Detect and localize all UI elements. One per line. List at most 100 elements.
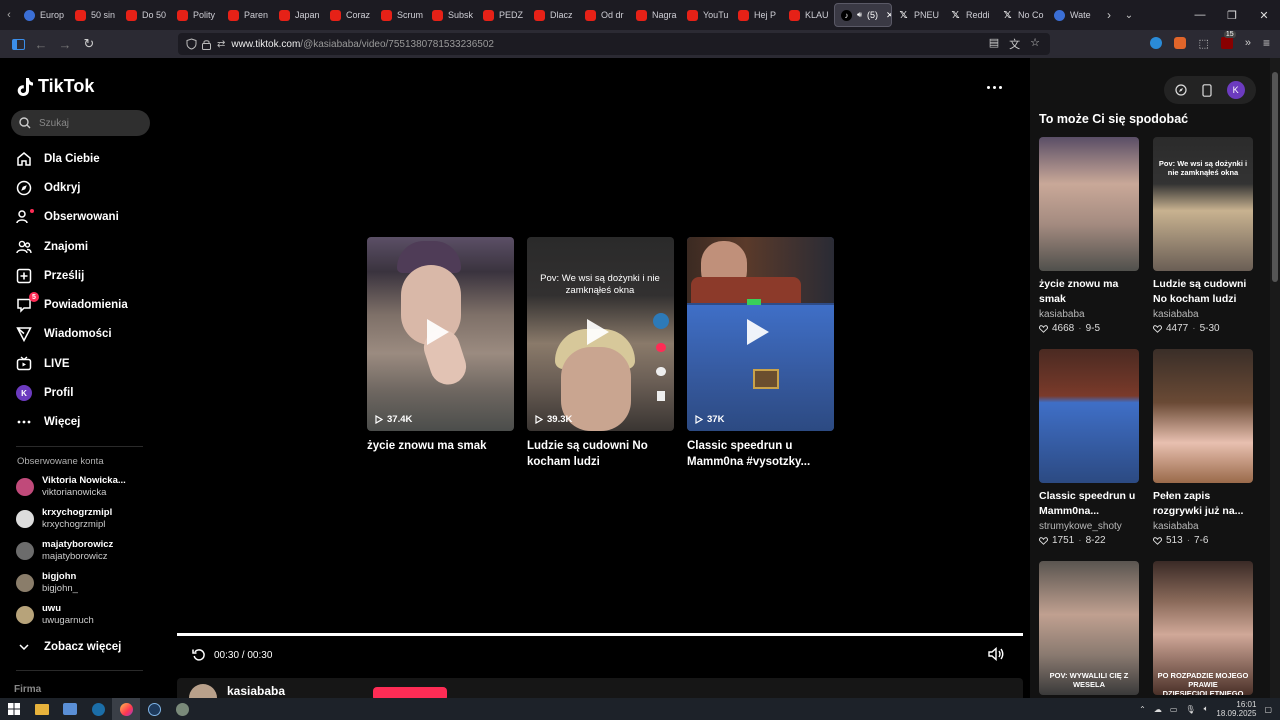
related-video-card[interactable]: 37K Classic speedrun u Mamm0na #vysotzky… (687, 237, 834, 470)
more-options-icon[interactable] (987, 86, 1002, 89)
sidebar-item-send[interactable]: Wiadomości (0, 320, 165, 349)
video-author[interactable]: kasiababa (1039, 309, 1139, 320)
restore-icon[interactable]: ❐ (1216, 0, 1248, 30)
sidebar-item-inbox[interactable]: 5 Powiadomienia (0, 290, 165, 319)
bookmark-star-icon[interactable]: ☆ (1030, 36, 1040, 52)
app-menu-icon[interactable]: ≡ (1263, 36, 1270, 50)
video-thumbnail[interactable]: 37K (687, 237, 834, 431)
recommended-video[interactable]: PO ROZPADZIE MOJEGO PRAWIE DZIESIĘCIOLET… (1153, 561, 1253, 695)
browser-tab[interactable]: PEDZ (477, 3, 528, 27)
author-name[interactable]: kasiababa (227, 684, 285, 698)
file-explorer-icon[interactable] (28, 698, 56, 720)
video-thumbnail[interactable] (1039, 349, 1139, 483)
recommended-video[interactable]: Classic speedrun u Mamm0na... strumykowe_… (1039, 349, 1139, 546)
video-title[interactable]: życie znowu ma smak (1039, 277, 1139, 307)
reload-icon[interactable]: ↻ (81, 36, 97, 52)
video-thumbnail[interactable]: POV: WYWALILI CIĘ Z WESELA (1039, 561, 1139, 695)
browser-tab[interactable]: Hej P (732, 3, 783, 27)
vpn-extension-icon[interactable] (1150, 37, 1163, 49)
browser-tab[interactable]: Paren (222, 3, 273, 27)
progress-bar[interactable] (177, 633, 1023, 636)
browser-tab[interactable]: YouTu (681, 3, 732, 27)
sidebar-item-upload[interactable]: Prześlij (0, 261, 165, 290)
browser-tab[interactable]: Do 50 (120, 3, 171, 27)
reader-view-icon[interactable]: ▤ (989, 36, 999, 52)
video-title[interactable]: Ludzie są cudowni No kocham ludzi (1153, 277, 1253, 307)
translate-icon[interactable]: 文 (1009, 36, 1020, 52)
notifications-icon[interactable]: ▢ (1264, 705, 1272, 714)
video-title[interactable]: Ludzie są cudowni No kocham ludzi (527, 438, 674, 470)
tab-scroll-right-icon[interactable]: › (1100, 8, 1118, 22)
cloud-icon[interactable]: ☁ (1154, 705, 1162, 714)
followed-account[interactable]: uwu uwugarnuch (16, 600, 156, 630)
extensions-puzzle-icon[interactable]: ⬚ (1198, 37, 1208, 50)
browser-tab[interactable]: Japan (273, 3, 324, 27)
video-thumbnail[interactable]: Pov: We wsi są dożynki i nie zamknąłeś o… (1153, 137, 1253, 271)
ublock-extension-icon[interactable]: 15 (1220, 31, 1236, 49)
sidebar-item-more[interactable]: Więcej (0, 408, 165, 437)
lock-icon[interactable] (202, 39, 211, 50)
browser-tab[interactable]: Od dr (579, 3, 630, 27)
mic-icon[interactable]: 🎙︎ (1185, 705, 1195, 714)
sidebar-item-live[interactable]: LIVE (0, 349, 165, 378)
recommended-video[interactable]: życie znowu ma smak kasiababa 4668 · 9-5 (1039, 137, 1139, 334)
browser-tab[interactable]: Dlacz (528, 3, 579, 27)
play-icon[interactable] (587, 319, 609, 345)
video-thumbnail[interactable]: 37.4K (367, 237, 514, 431)
permissions-icon[interactable]: ⇄ (217, 39, 225, 50)
sidebar-item-friends[interactable]: Znajomi (0, 232, 165, 261)
browser-tab[interactable]: Subsk (426, 3, 477, 27)
browser-tab[interactable]: 𝕏 PNEU (892, 3, 944, 27)
network-icon[interactable]: ▭ (1170, 705, 1178, 714)
video-title[interactable]: Classic speedrun u Mamm0na #vysotzky... (687, 438, 834, 470)
browser-tab[interactable]: Wate (1048, 3, 1100, 27)
followed-account[interactable]: bigjohn bigjohn_ (16, 568, 156, 598)
video-author[interactable]: kasiababa (1153, 309, 1253, 320)
sidebar-toggle-icon[interactable] (10, 36, 26, 52)
compass-icon[interactable] (1175, 84, 1187, 96)
browser-tab[interactable]: 50 sin (69, 3, 120, 27)
video-thumbnail[interactable] (1153, 349, 1253, 483)
shield-icon[interactable] (186, 38, 197, 50)
browser-tab[interactable]: 𝕏 No Co (996, 3, 1048, 27)
settings-app-icon[interactable] (56, 698, 84, 720)
recommended-video[interactable]: POV: WYWALILI CIĘ Z WESELA (1039, 561, 1139, 695)
recommended-video[interactable]: Pov: We wsi są dożynki i nie zamknąłeś o… (1153, 137, 1253, 334)
followed-account[interactable]: Viktoria Nowicka... viktorianowicka (16, 472, 156, 502)
browser-tab[interactable]: 𝕏 Reddi (944, 3, 996, 27)
url-field[interactable]: ⇄ www.tiktok.com/@kasiababa/video/755138… (178, 33, 1050, 55)
phone-icon[interactable] (1202, 83, 1212, 97)
tray-chevron-up-icon[interactable]: ⌃ (1139, 705, 1146, 714)
minimize-icon[interactable]: — (1184, 0, 1216, 30)
firefox-icon[interactable] (112, 698, 140, 720)
browser-tab[interactable]: Polity (171, 3, 222, 27)
tiktok-logo[interactable]: TikTok (16, 76, 94, 97)
followed-account[interactable]: majatyborowicz majatyborowicz (16, 536, 156, 566)
clock[interactable]: 16:01 18.09.2025 (1216, 700, 1256, 718)
browser-tab[interactable]: Scrum (375, 3, 426, 27)
replay-icon[interactable] (192, 648, 206, 662)
sidebar-item-profile[interactable]: K Profil (0, 378, 165, 407)
page-scrollbar[interactable] (1270, 58, 1280, 698)
sidebar-item-home[interactable]: Dla Ciebie (0, 144, 165, 173)
video-title[interactable]: Pełen zapis rozgrywki już na... (1153, 489, 1253, 519)
video-thumbnail[interactable] (1039, 137, 1139, 271)
search-input[interactable]: Szukaj (11, 110, 150, 136)
fox-extension-icon[interactable] (1174, 37, 1187, 49)
video-player[interactable]: 37.4K życie znowu ma smak Pov: We wsi są… (165, 58, 1030, 712)
see-more-button[interactable]: Zobacz więcej (0, 632, 165, 661)
tab-list-chevron-down-icon[interactable]: ⌄ (1118, 10, 1140, 21)
browser-tab[interactable]: KLAU (783, 3, 834, 27)
followed-account[interactable]: krxychogrzmipl krxychogrzmipl (16, 504, 156, 534)
footer-company-link[interactable]: Firma (14, 684, 41, 695)
video-title[interactable]: życie znowu ma smak (367, 438, 514, 454)
app-icon[interactable] (168, 698, 196, 720)
play-icon[interactable] (747, 319, 769, 345)
volume-icon[interactable] (988, 647, 1004, 661)
sidebar-item-compass[interactable]: Odkryj (0, 173, 165, 202)
play-icon[interactable] (427, 319, 449, 345)
close-window-icon[interactable]: ✕ (1248, 0, 1280, 30)
related-video-card[interactable]: 37.4K życie znowu ma smak (367, 237, 514, 454)
overflow-chevron-icon[interactable]: » (1245, 37, 1251, 49)
video-author[interactable]: kasiababa (1153, 521, 1253, 532)
